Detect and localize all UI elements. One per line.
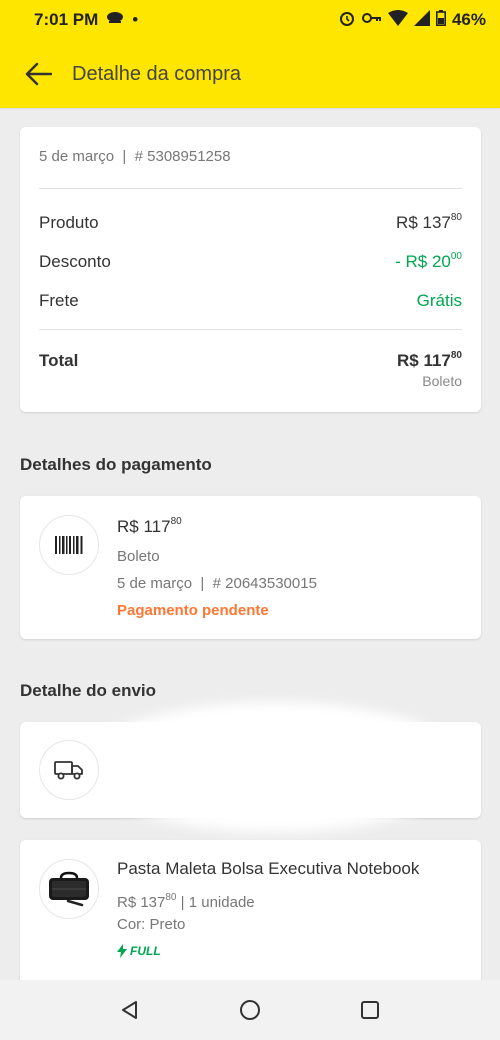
content-scroll[interactable]: 5 de março | # 5308951258 Produto R$ 137… xyxy=(0,108,500,980)
full-badge: FULL xyxy=(117,944,467,958)
home-circle-icon xyxy=(240,1000,260,1020)
payment-meta: 5 de março | # 20643530015 xyxy=(117,575,317,592)
wifi-icon xyxy=(387,9,408,31)
total-label: Total xyxy=(39,351,79,370)
order-date: 5 de março xyxy=(39,148,115,165)
vpn-key-icon xyxy=(361,10,382,30)
shipping-card[interactable] xyxy=(20,702,481,832)
product-card[interactable]: Pasta Maleta Bolsa Executiva Notebook R$… xyxy=(20,840,481,980)
nav-home-button[interactable] xyxy=(235,995,265,1025)
order-number: # 5308951258 xyxy=(134,148,231,165)
total-row: Total R$ 11780 xyxy=(39,330,462,371)
battery-percent: 46% xyxy=(451,10,486,29)
meta-separator: | xyxy=(122,148,127,165)
coffee-icon xyxy=(106,10,124,30)
purchase-summary-card: 5 de março | # 5308951258 Produto R$ 137… xyxy=(20,127,481,412)
total-method: Boleto xyxy=(422,373,462,389)
battery-icon xyxy=(435,9,446,31)
row-value: R$ 13780 xyxy=(396,211,462,232)
page-title: Detalhe da compra xyxy=(72,62,241,85)
status-bar: 7:01 PM • 46% xyxy=(0,0,500,40)
payment-card[interactable]: R$ 11780 Boleto 5 de março | # 206435300… xyxy=(20,496,481,639)
summary-row-product: Produto R$ 13780 xyxy=(39,203,462,242)
cell-signal-icon xyxy=(413,9,430,31)
summary-row-shipping: Frete Grátis xyxy=(39,281,462,320)
arrow-left-icon xyxy=(25,62,52,86)
row-label: Frete xyxy=(39,290,79,310)
briefcase-icon xyxy=(49,871,89,907)
payment-info: R$ 11780 Boleto 5 de março | # 206435300… xyxy=(117,516,317,624)
row-value: - R$ 2000 xyxy=(395,250,462,271)
row-value: Grátis xyxy=(416,290,462,310)
notification-dot: • xyxy=(132,10,139,29)
product-color: Cor: Preto xyxy=(117,916,186,933)
shipping-section-title: Detalhe do envio xyxy=(20,681,157,700)
redacted-area xyxy=(80,702,470,832)
total-value: R$ 11780 xyxy=(396,350,462,370)
product-info: Pasta Maleta Bolsa Executiva Notebook R$… xyxy=(117,859,467,958)
system-nav-bar xyxy=(0,980,500,1040)
payment-method: Boleto xyxy=(117,548,160,565)
order-meta: 5 de março | # 5308951258 xyxy=(39,127,462,188)
summary-row-discount: Desconto - R$ 2000 xyxy=(39,242,462,281)
row-label: Produto xyxy=(39,212,99,232)
truck-icon xyxy=(39,740,99,800)
back-triangle-icon xyxy=(122,1001,137,1019)
payment-amount: R$ 11780 xyxy=(117,516,182,536)
payment-status: Pagamento pendente xyxy=(117,602,269,619)
back-button[interactable] xyxy=(10,46,66,102)
row-label: Desconto xyxy=(39,251,111,271)
app-bar: Detalhe da compra xyxy=(0,40,500,108)
nav-recents-button[interactable] xyxy=(355,995,385,1025)
status-time: 7:01 PM xyxy=(34,10,99,29)
payment-section-title: Detalhes do pagamento xyxy=(20,455,212,474)
product-thumbnail xyxy=(39,859,99,919)
barcode-icon xyxy=(39,515,99,575)
product-name: Pasta Maleta Bolsa Executiva Notebook xyxy=(117,859,420,878)
alarm-icon xyxy=(338,9,356,32)
lightning-icon xyxy=(117,944,127,958)
recents-square-icon xyxy=(361,1001,379,1019)
nav-back-button[interactable] xyxy=(115,995,145,1025)
product-price-qty: R$ 13780 | 1 unidade xyxy=(117,892,255,911)
